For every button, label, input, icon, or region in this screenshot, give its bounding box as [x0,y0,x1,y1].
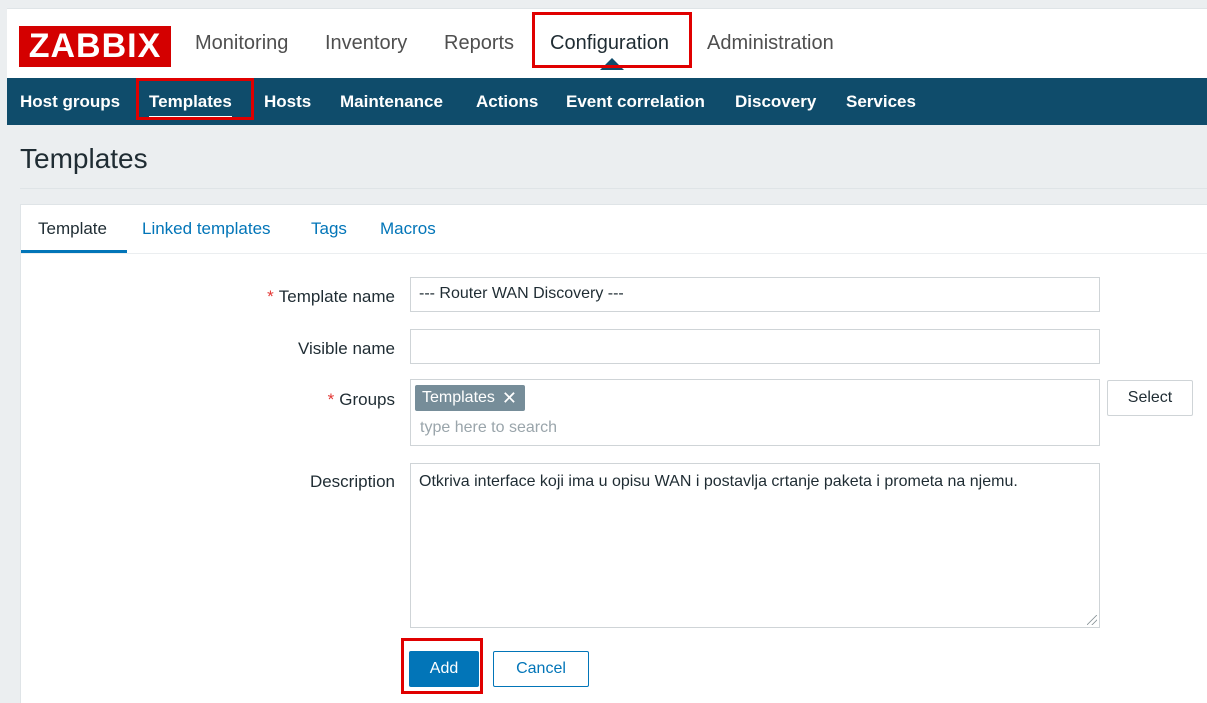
zabbix-logo[interactable]: ZABBIX [19,26,171,67]
template-name-label-text: Template name [278,287,395,306]
page-title: Templates [20,143,148,174]
group-chip: Templates ✕ [415,385,525,411]
description-label: Description [309,472,395,491]
template-name-label: * Template name [267,287,395,307]
main-menu-monitoring[interactable]: Monitoring [195,32,288,55]
sub-menu-services[interactable]: Services [846,92,916,112]
groups-search-input[interactable]: type here to search [420,419,557,437]
sub-menu-event-correlation[interactable]: Event correlation [566,92,705,112]
sub-menu: Host groups Templates Hosts Maintenance … [7,78,1207,125]
active-menu-pointer [600,58,624,70]
divider [20,188,1207,189]
visible-name-input[interactable] [410,329,1100,364]
sub-menu-host-groups[interactable]: Host groups [20,92,120,112]
tab-linked-templates[interactable]: Linked templates [142,219,271,239]
groups-label: * Groups [328,390,395,410]
required-marker: * [267,287,274,306]
main-menu-administration[interactable]: Administration [707,32,834,55]
template-form-card: Template Linked templates Tags Macros * T… [20,204,1207,703]
sub-menu-hosts[interactable]: Hosts [264,92,311,112]
groups-label-text: Groups [339,390,395,409]
add-button[interactable]: Add [409,651,479,687]
main-menu-inventory[interactable]: Inventory [325,32,407,55]
description-text: Otkriva interface koji ima u opisu WAN i… [419,473,1018,490]
tab-macros[interactable]: Macros [380,219,436,239]
template-name-input[interactable]: --- Router WAN Discovery --- [410,277,1100,312]
cancel-button[interactable]: Cancel [493,651,589,687]
select-groups-button[interactable]: Select [1107,380,1193,416]
resize-grip-icon[interactable] [1087,615,1097,625]
sub-menu-actions[interactable]: Actions [476,92,538,112]
sub-menu-maintenance[interactable]: Maintenance [340,92,443,112]
required-marker: * [327,390,335,409]
groups-multiselect[interactable]: Templates ✕ type here to search [410,379,1100,446]
group-chip-label: Templates [422,389,495,406]
sub-menu-discovery[interactable]: Discovery [735,92,816,112]
tab-template[interactable]: Template [38,219,107,239]
active-tab-indicator [21,250,127,253]
sub-menu-templates[interactable]: Templates [149,92,232,119]
form-tabs: Template Linked templates Tags Macros [21,205,1207,254]
tab-tags[interactable]: Tags [311,219,347,239]
main-menu-reports[interactable]: Reports [444,32,514,55]
description-textarea[interactable]: Otkriva interface koji ima u opisu WAN i… [410,463,1100,628]
main-menu-configuration[interactable]: Configuration [550,32,669,55]
visible-name-label: Visible name [297,339,395,358]
close-icon[interactable]: ✕ [502,385,517,411]
